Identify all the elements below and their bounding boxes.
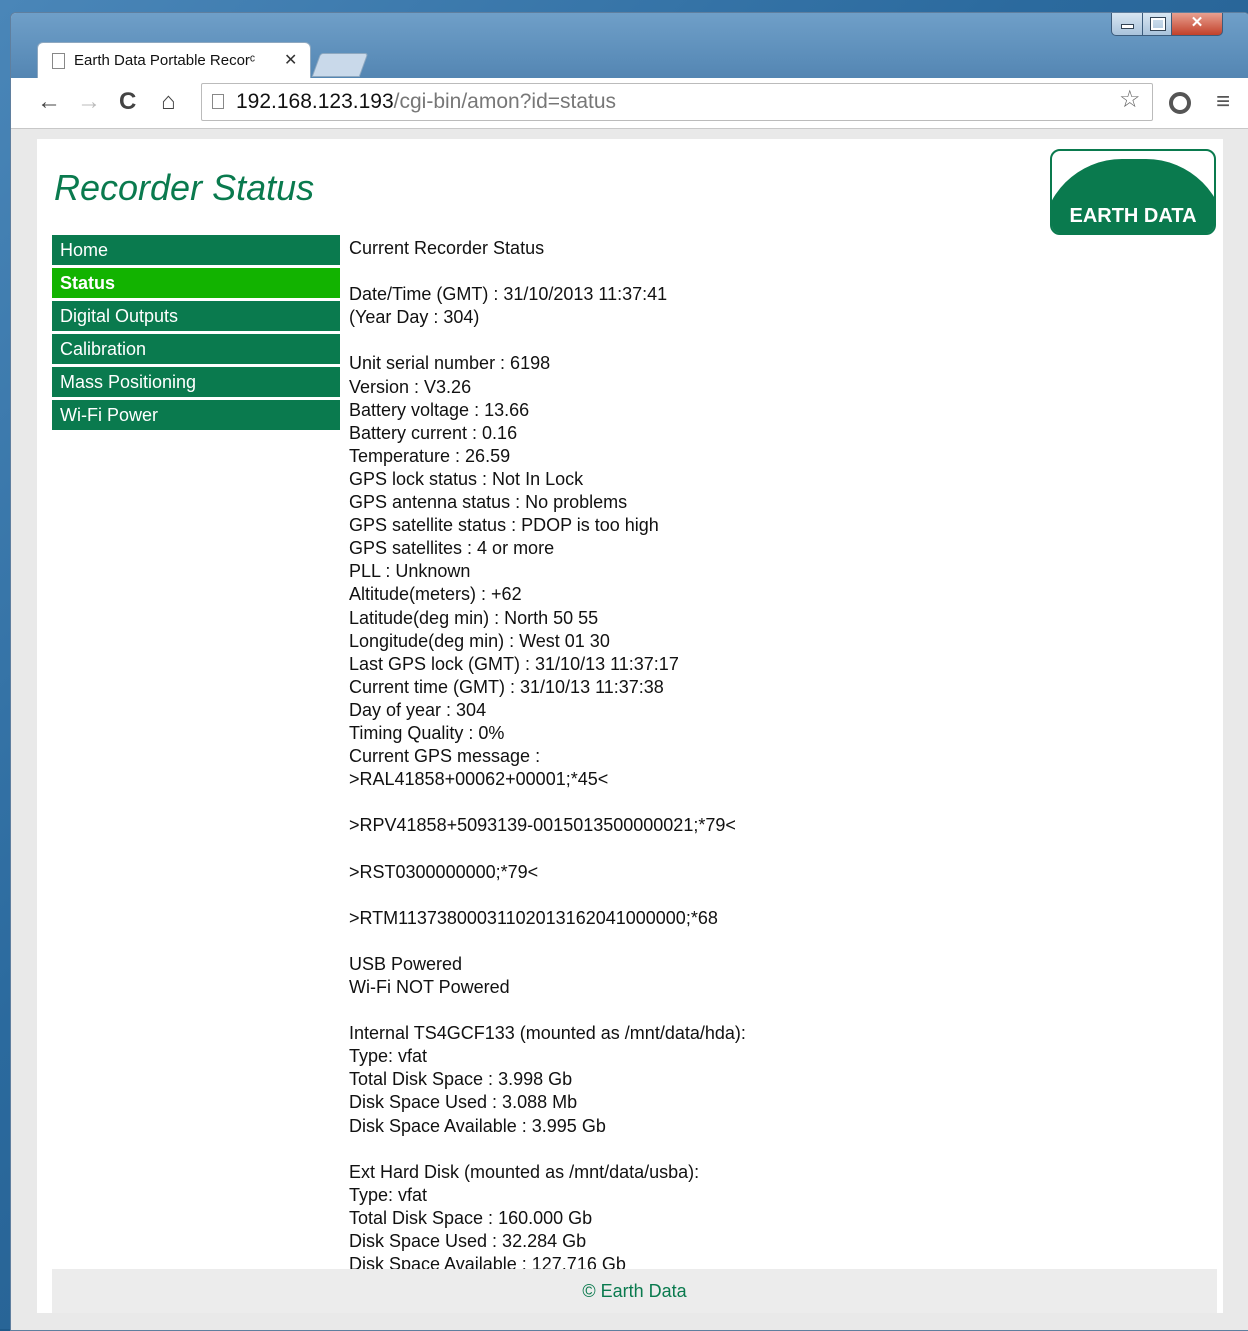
- status-line: Disk Space Used : 3.088 Mb: [349, 1092, 578, 1113]
- url-host: 192.168.123.193: [236, 90, 394, 113]
- status-line: Temperature : 26.59: [349, 445, 511, 466]
- status-line: USB Powered: [349, 953, 463, 974]
- reload-icon[interactable]: C: [119, 88, 136, 116]
- nav-item-home[interactable]: Home: [52, 235, 340, 265]
- extension-icon[interactable]: [1169, 92, 1191, 114]
- status-line: Ext Hard Disk (mounted as /mnt/data/usba…: [349, 1161, 700, 1182]
- page-info-icon[interactable]: [212, 94, 224, 109]
- status-line: [349, 930, 746, 953]
- nav-item-wifi-power[interactable]: Wi-Fi Power: [52, 400, 340, 430]
- close-window-button[interactable]: ✕: [1171, 13, 1223, 36]
- sidebar-nav: Home Status Digital Outputs Calibration …: [52, 235, 340, 433]
- status-line: GPS satellite status : PDOP is too high: [349, 515, 659, 536]
- page-icon: [52, 53, 65, 69]
- status-line: [349, 999, 746, 1022]
- status-line: >RTM11373800031102013162041000000;*68: [349, 907, 718, 928]
- status-line: [349, 260, 746, 283]
- status-line: Disk Space Available : 3.995 Gb: [349, 1115, 606, 1136]
- home-icon[interactable]: ⌂: [161, 88, 176, 116]
- browser-window: Earth Data Portable Recorᶜ ✕ ✕ ← → C ⌂ 1…: [10, 12, 1248, 1331]
- browser-toolbar: ← → C ⌂ 192.168.123.193/cgi-bin/amon?id=…: [11, 78, 1248, 129]
- status-line: [349, 1138, 746, 1161]
- back-icon[interactable]: ←: [37, 88, 61, 116]
- status-line: Battery voltage : 13.66: [349, 399, 530, 420]
- status-line: PLL : Unknown: [349, 561, 471, 582]
- status-line: GPS antenna status : No problems: [349, 492, 628, 513]
- status-line: [349, 884, 746, 907]
- footer: © Earth Data: [52, 1269, 1217, 1313]
- status-line: Date/Time (GMT) : 31/10/2013 11:37:41: [349, 284, 668, 305]
- status-line: Version : V3.26: [349, 376, 472, 397]
- close-tab-icon[interactable]: ✕: [284, 50, 297, 70]
- nav-item-mass-positioning[interactable]: Mass Positioning: [52, 367, 340, 397]
- status-line: Current Recorder Status: [349, 238, 545, 258]
- status-line: >RAL41858+00062+00001;*45<: [349, 769, 609, 790]
- status-line: Current time (GMT) : 31/10/13 11:37:38: [349, 676, 664, 697]
- status-line: [349, 791, 746, 814]
- url-text: 192.168.123.193/cgi-bin/amon?id=status: [236, 90, 616, 114]
- status-line: Timing Quality : 0%: [349, 722, 505, 743]
- logo-text: EARTH DATA: [1052, 201, 1214, 233]
- maximize-button[interactable]: [1142, 13, 1172, 36]
- status-line: Total Disk Space : 3.998 Gb: [349, 1069, 573, 1090]
- tab-title: Earth Data Portable Recorᶜ: [74, 52, 256, 69]
- url-path: /cgi-bin/amon?id=status: [393, 90, 617, 113]
- status-line: Internal TS4GCF133 (mounted as /mnt/data…: [349, 1023, 746, 1044]
- status-line: Type: vfat: [349, 1046, 428, 1067]
- nav-item-status[interactable]: Status: [52, 268, 340, 298]
- browser-tab[interactable]: Earth Data Portable Recorᶜ ✕: [37, 42, 311, 79]
- address-bar[interactable]: 192.168.123.193/cgi-bin/amon?id=status: [201, 83, 1153, 121]
- status-line: Current GPS message :: [349, 746, 541, 767]
- bookmark-star-icon[interactable]: ☆: [1119, 85, 1141, 114]
- page: Recorder Status EARTH DATA Home Status D…: [37, 139, 1223, 1313]
- minimize-button[interactable]: [1111, 13, 1143, 36]
- new-tab-button[interactable]: [311, 53, 369, 77]
- status-line: Last GPS lock (GMT) : 31/10/13 11:37:17: [349, 653, 679, 674]
- status-line: (Year Day : 304): [349, 307, 480, 328]
- status-line: Battery current : 0.16: [349, 422, 518, 443]
- status-line: Total Disk Space : 160.000 Gb: [349, 1207, 593, 1228]
- status-line: Day of year : 304: [349, 699, 487, 720]
- status-line: Altitude(meters) : +62: [349, 584, 522, 605]
- forward-icon[interactable]: →: [77, 88, 101, 116]
- status-line: GPS lock status : Not In Lock: [349, 468, 584, 489]
- status-line: Type: vfat: [349, 1184, 428, 1205]
- status-line: GPS satellites : 4 or more: [349, 538, 555, 559]
- status-line: [349, 329, 746, 352]
- page-title: Recorder Status: [54, 167, 315, 208]
- earth-data-logo: EARTH DATA: [1050, 149, 1216, 235]
- status-line: Wi-Fi NOT Powered: [349, 977, 510, 997]
- status-line: [349, 837, 746, 860]
- menu-icon[interactable]: ≡: [1216, 88, 1230, 116]
- status-line: Longitude(deg min) : West 01 30: [349, 630, 610, 651]
- status-line: Unit serial number : 6198: [349, 353, 551, 374]
- viewport: Recorder Status EARTH DATA Home Status D…: [11, 129, 1248, 1330]
- status-line: >RST0300000000;*79<: [349, 861, 539, 882]
- nav-item-calibration[interactable]: Calibration: [52, 334, 340, 364]
- status-line: >RPV41858+5093139-0015013500000021;*79<: [349, 815, 736, 836]
- status-line: Disk Space Used : 32.284 Gb: [349, 1231, 587, 1252]
- status-text: Current Recorder Status Date/Time (GMT) :…: [349, 237, 746, 1276]
- status-line: Latitude(deg min) : North 50 55: [349, 607, 599, 628]
- nav-item-digital-outputs[interactable]: Digital Outputs: [52, 301, 340, 331]
